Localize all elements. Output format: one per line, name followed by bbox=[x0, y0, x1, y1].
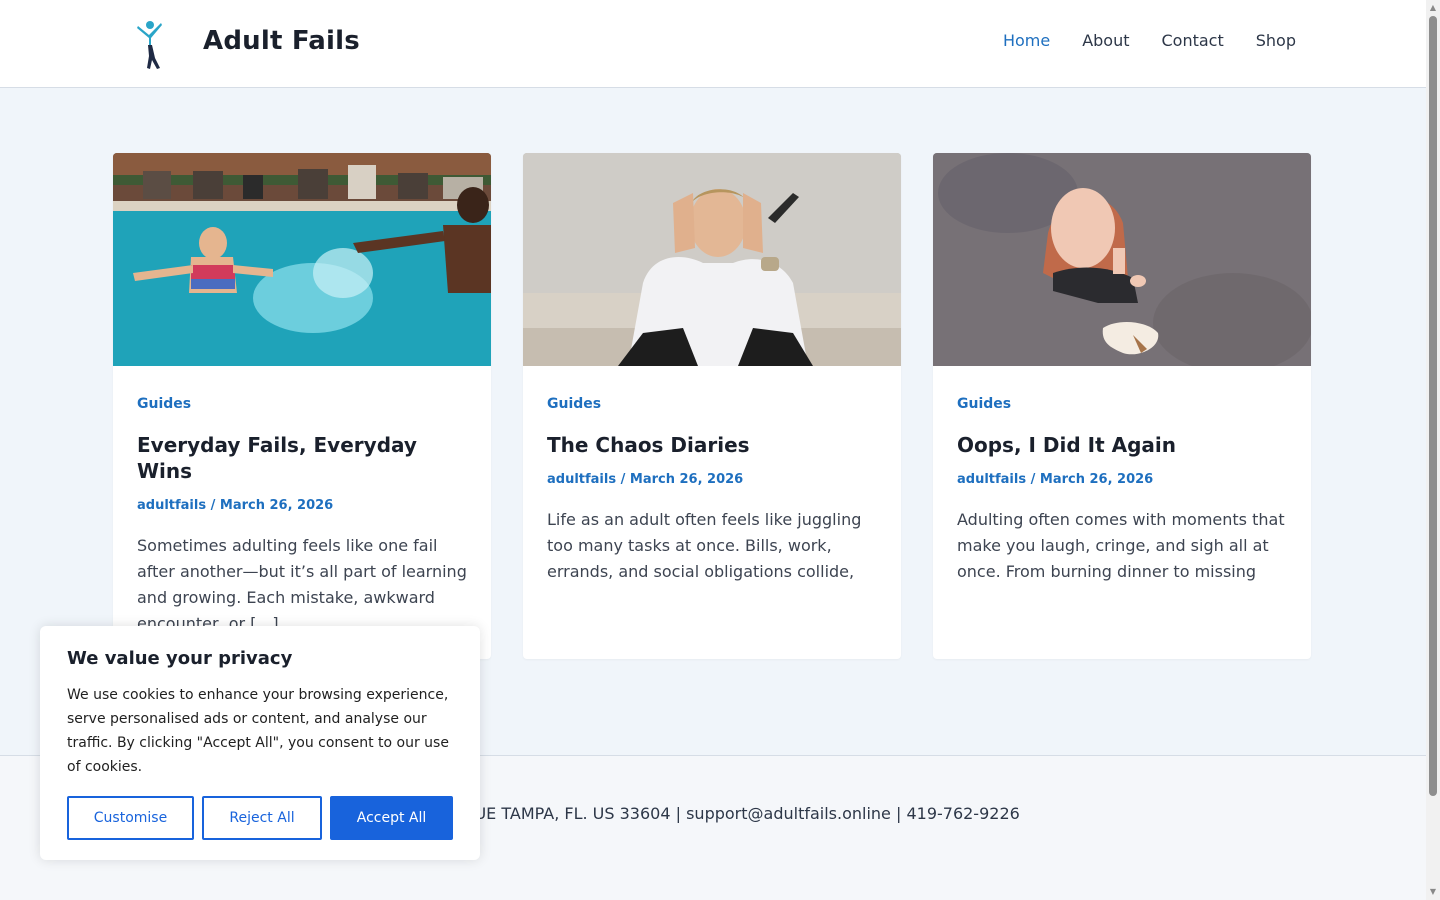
post-card: Guides The Chaos Diaries adultfails / Ma… bbox=[523, 153, 901, 659]
site-logo-icon[interactable] bbox=[133, 18, 169, 70]
post-title[interactable]: Oops, I Did It Again bbox=[957, 432, 1287, 458]
nav-about[interactable]: About bbox=[1082, 31, 1129, 50]
post-excerpt: Sometimes adulting feels like one fail a… bbox=[137, 536, 467, 633]
cookie-body: We use cookies to enhance your browsing … bbox=[67, 687, 449, 775]
nav-home[interactable]: Home bbox=[1003, 31, 1050, 50]
post-meta[interactable]: adultfails / March 26, 2026 bbox=[547, 472, 877, 487]
post-image-dropped-ice-cream[interactable] bbox=[933, 153, 1311, 366]
post-meta[interactable]: adultfails / March 26, 2026 bbox=[957, 472, 1287, 487]
nav-shop[interactable]: Shop bbox=[1256, 31, 1296, 50]
post-title[interactable]: The Chaos Diaries bbox=[547, 432, 877, 458]
page-scrollbar[interactable]: ▲ ▼ bbox=[1426, 0, 1440, 900]
post-card: Guides Everyday Fails, Everyday Wins adu… bbox=[113, 153, 491, 659]
customise-button[interactable]: Customise bbox=[67, 796, 194, 840]
site-header: Adult Fails Home About Contact Shop bbox=[0, 0, 1426, 88]
scroll-down-icon[interactable]: ▼ bbox=[1429, 888, 1437, 896]
post-category-link[interactable]: Guides bbox=[547, 396, 877, 412]
post-card: Guides Oops, I Did It Again adultfails /… bbox=[933, 153, 1311, 659]
cookie-actions: Customise Reject All Accept All bbox=[67, 796, 453, 840]
post-category-link[interactable]: Guides bbox=[137, 396, 467, 412]
post-image-pool[interactable] bbox=[113, 153, 491, 366]
post-image-stressed-man[interactable] bbox=[523, 153, 901, 366]
post-meta[interactable]: adultfails / March 26, 2026 bbox=[137, 498, 467, 513]
site-title[interactable]: Adult Fails bbox=[203, 26, 360, 56]
post-category-link[interactable]: Guides bbox=[957, 396, 1287, 412]
reject-all-button[interactable]: Reject All bbox=[202, 796, 322, 840]
cookie-consent-banner: We value your privacy We use cookies to … bbox=[40, 626, 480, 860]
scrollbar-thumb[interactable] bbox=[1429, 16, 1437, 796]
main-nav: Home About Contact Shop bbox=[1003, 31, 1296, 50]
nav-contact[interactable]: Contact bbox=[1162, 31, 1224, 50]
cookie-title: We value your privacy bbox=[67, 648, 293, 669]
post-title[interactable]: Everyday Fails, Everyday Wins bbox=[137, 432, 467, 484]
post-excerpt: Life as an adult often feels like juggli… bbox=[547, 510, 862, 581]
scroll-up-icon[interactable]: ▲ bbox=[1429, 4, 1437, 12]
accept-all-button[interactable]: Accept All bbox=[330, 796, 453, 840]
post-excerpt: Adulting often comes with moments that m… bbox=[957, 510, 1285, 581]
post-grid: Guides Everyday Fails, Everyday Wins adu… bbox=[113, 153, 1311, 659]
